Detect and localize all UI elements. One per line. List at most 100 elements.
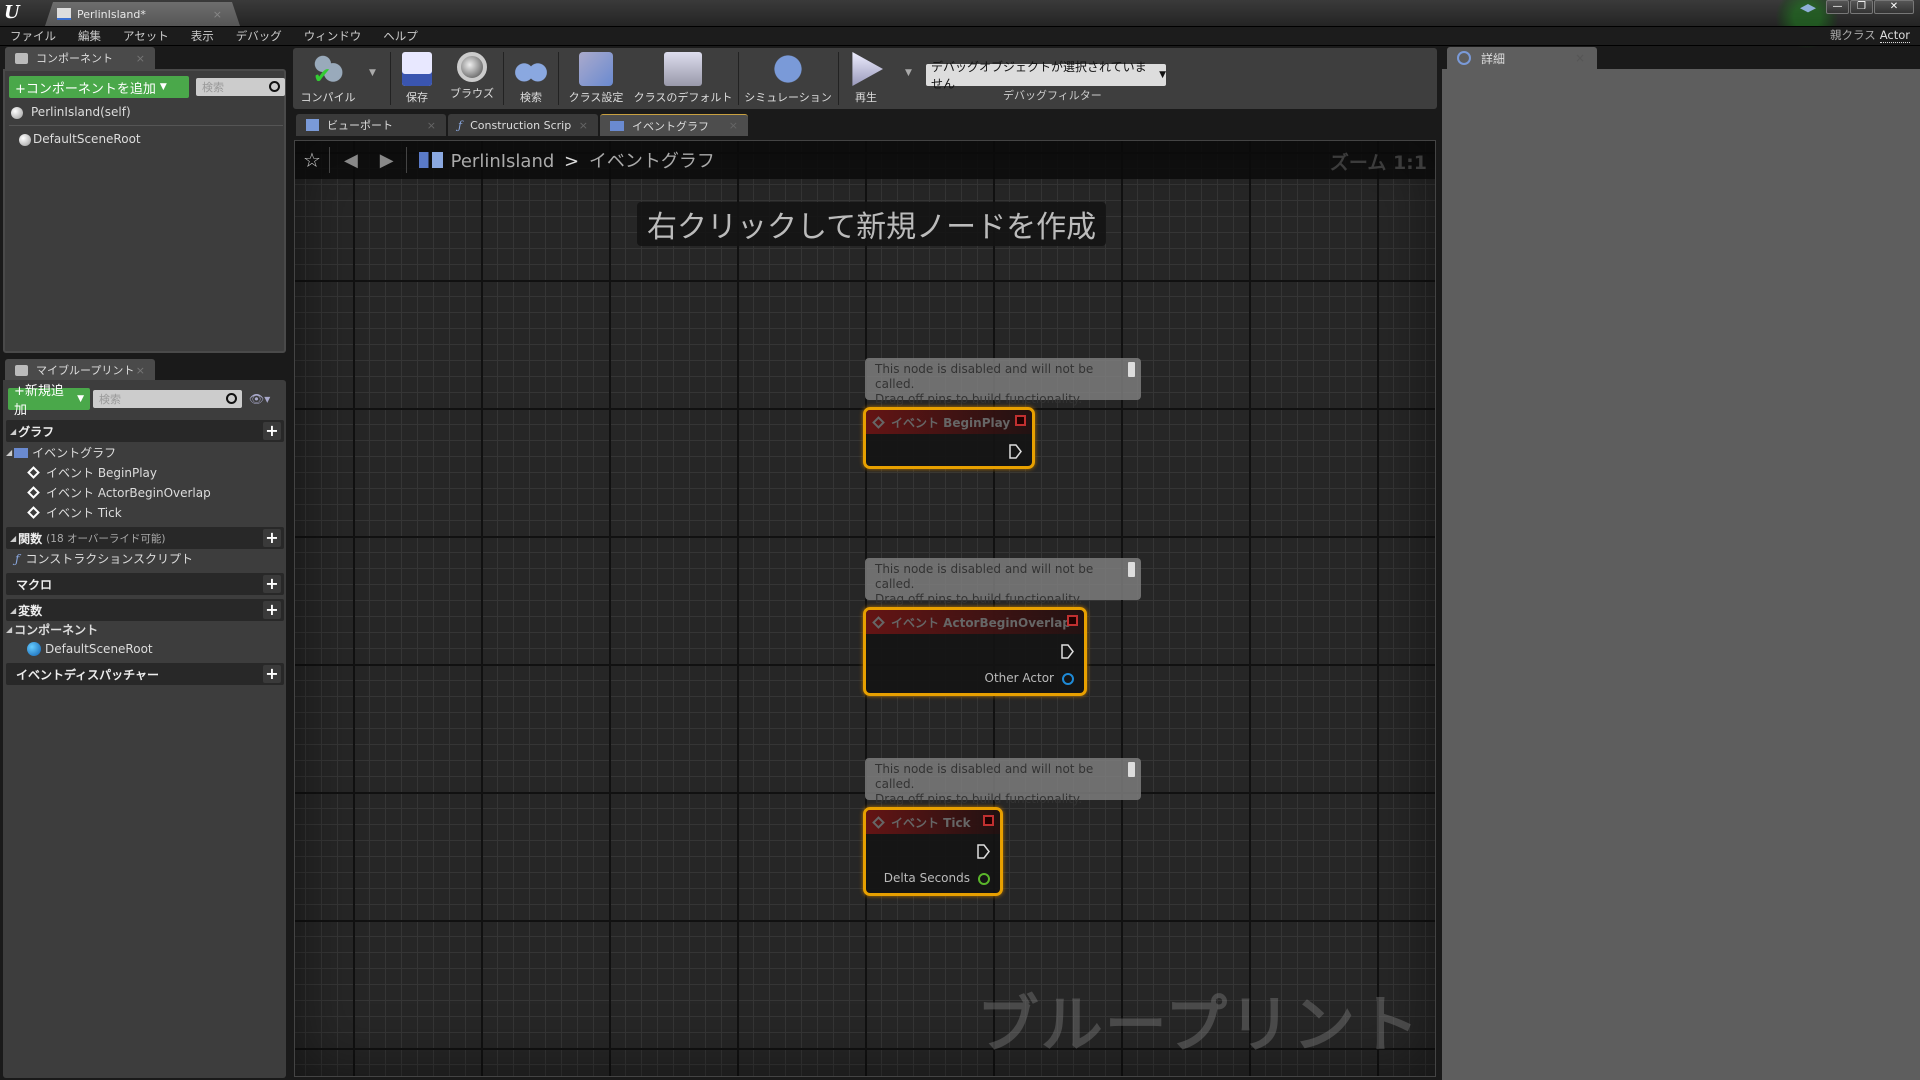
tree-item-components[interactable]: ◢ コンポーネント	[6, 621, 98, 638]
exec-out-pin-icon[interactable]	[1009, 444, 1022, 459]
parent-class: 親クラス Actor	[1830, 27, 1910, 43]
exec-out-pin-icon[interactable]	[1061, 644, 1074, 659]
close-tab-icon[interactable]: ×	[136, 52, 145, 65]
exec-out-pin-icon[interactable]	[977, 844, 990, 859]
menu-help[interactable]: ヘルプ	[383, 28, 418, 44]
components-search-input[interactable]: 検索	[196, 78, 285, 96]
details-tab[interactable]: 詳細 ×	[1447, 47, 1597, 69]
add-graph-button[interactable]: +	[263, 422, 281, 440]
tab-label: ビューポート	[327, 119, 393, 132]
graph-breadcrumb-bar: ☆ ◀ ▶ PerlinIsland > イベントグラフ ズーム 1:1	[295, 141, 1435, 179]
section-variables[interactable]: ◢ 変数 +	[6, 599, 284, 621]
section-label: マクロ	[16, 577, 53, 592]
menu-file[interactable]: ファイル	[10, 28, 56, 44]
right-click-hint: 右クリックして新規ノードを作成	[637, 202, 1107, 246]
event-node-tick[interactable]: イベント Tick Delta Seconds	[863, 807, 1003, 896]
menu-edit[interactable]: 編集	[78, 28, 101, 44]
section-label: 変数	[18, 603, 43, 618]
object-pin-icon[interactable]	[1062, 673, 1074, 685]
close-tab-icon[interactable]: ×	[1575, 51, 1585, 65]
restore-button[interactable]: ❐	[1850, 0, 1873, 14]
view-options-eye-icon[interactable]: 👁▾	[249, 392, 270, 406]
tree-item-event-beginplay[interactable]: イベント BeginPlay	[27, 464, 157, 481]
class-settings-button[interactable]: クラス設定	[561, 48, 631, 109]
minimize-button[interactable]: —	[1826, 0, 1849, 14]
class-defaults-button[interactable]: クラスのデフォルト	[633, 48, 733, 109]
compile-options-chevron-icon[interactable]: ▼	[369, 68, 376, 78]
comment-line: This node is disabled and will not be ca…	[875, 562, 1094, 591]
simulation-button[interactable]: シミュレーション	[741, 48, 835, 109]
close-tab-icon[interactable]: ×	[729, 119, 738, 132]
add-event-dispatcher-button[interactable]: +	[263, 665, 281, 683]
play-button[interactable]: 再生	[841, 48, 891, 109]
search-icon	[269, 81, 280, 92]
event-node-beginplay[interactable]: イベント BeginPlay	[863, 407, 1035, 469]
event-diamond-icon	[872, 815, 885, 829]
graph-canvas[interactable]: ☆ ◀ ▶ PerlinIsland > イベントグラフ ズーム 1:1 右クリ…	[294, 140, 1436, 1077]
node-title: イベント ActorBeginOverlap	[891, 615, 1071, 630]
event-node-actorbeginoverlap[interactable]: イベント ActorBeginOverlap Other Actor	[863, 607, 1087, 696]
pin-comment-icon[interactable]	[1128, 362, 1135, 377]
add-component-button[interactable]: +コンポーネントを追加 ▼	[9, 76, 189, 98]
components-icon	[15, 52, 28, 64]
add-new-label: +新規追加	[14, 384, 64, 418]
add-macro-button[interactable]: +	[263, 575, 281, 593]
play-options-chevron-icon[interactable]: ▼	[905, 68, 912, 78]
find-button[interactable]: 検索	[506, 48, 556, 109]
expand-triangle-icon: ◢	[10, 605, 17, 615]
components-tab[interactable]: コンポーネント ×	[5, 47, 155, 69]
add-function-button[interactable]: +	[263, 529, 281, 547]
float-pin-icon[interactable]	[978, 873, 990, 885]
toolbar: ✔ コンパイル ▼ 保存 ブラウズ 検索 クラス設定 クラスのデフォルト シミュ…	[293, 48, 1437, 109]
section-event-dispatchers[interactable]: イベントディスパッチャー +	[6, 663, 284, 685]
section-graphs[interactable]: ◢ グラフ +	[6, 420, 284, 442]
menu-window[interactable]: ウィンドウ	[304, 28, 362, 44]
delegate-pin-icon[interactable]	[1015, 415, 1026, 426]
tab-construction-script[interactable]: ƒ Construction Scrip ×	[448, 114, 598, 136]
node-title: イベント BeginPlay	[891, 415, 1011, 430]
tree-item-event-actorbeginoverlap[interactable]: イベント ActorBeginOverlap	[27, 484, 211, 501]
save-button[interactable]: 保存	[393, 48, 441, 109]
component-item-self[interactable]: PerlinIsland(self)	[11, 105, 131, 119]
tree-item-label: コンストラクションスクリプト	[25, 552, 193, 566]
search-icon	[226, 393, 237, 404]
parent-class-link[interactable]: Actor	[1879, 28, 1910, 43]
close-window-button[interactable]: ✕	[1874, 0, 1914, 14]
component-item-root[interactable]: DefaultSceneRoot	[19, 132, 141, 146]
breadcrumb-blueprint[interactable]: PerlinIsland	[451, 151, 555, 172]
menu-asset[interactable]: アセット	[123, 28, 169, 44]
event-diamond-icon	[872, 415, 885, 429]
section-functions[interactable]: ◢ 関数 (18 オーバーライド可能) +	[6, 527, 284, 549]
close-tab-icon[interactable]: ×	[213, 8, 222, 21]
forward-arrow-icon[interactable]: ▶	[380, 150, 394, 171]
comment-line: Drag off pins to build functionality.	[875, 592, 1083, 606]
pin-comment-icon[interactable]	[1128, 562, 1135, 577]
blueprint-search-input[interactable]: 検索	[93, 390, 242, 408]
close-tab-icon[interactable]: ×	[579, 119, 588, 132]
tree-item-defaultsceneroot[interactable]: DefaultSceneRoot	[27, 642, 153, 656]
delegate-pin-icon[interactable]	[1067, 615, 1078, 626]
close-tab-icon[interactable]: ×	[136, 364, 145, 377]
close-tab-icon[interactable]: ×	[427, 119, 436, 132]
add-new-button[interactable]: +新規追加 ▼	[8, 384, 90, 418]
menu-view[interactable]: 表示	[191, 28, 214, 44]
tree-item-event-tick[interactable]: イベント Tick	[27, 504, 122, 521]
add-variable-button[interactable]: +	[263, 601, 281, 619]
section-macros[interactable]: マクロ +	[6, 573, 284, 595]
favorite-star-icon[interactable]: ☆	[303, 148, 321, 172]
asset-tab[interactable]: PerlinIsland* ×	[45, 2, 240, 26]
menu-debug[interactable]: デバッグ	[236, 28, 282, 44]
my-blueprint-tab[interactable]: マイブループリント ×	[5, 359, 155, 381]
tree-item-construction-script[interactable]: ƒ コンストラクションスクリプト	[15, 550, 193, 567]
delegate-pin-icon[interactable]	[983, 815, 994, 826]
debug-object-select[interactable]: デバッグオブジェクトが選択されていません ▼	[926, 60, 1166, 91]
tab-event-graph[interactable]: イベントグラフ ×	[600, 114, 748, 136]
tree-item-event-graph[interactable]: ◢ イベントグラフ	[6, 444, 116, 461]
tab-viewport[interactable]: ビューポート ×	[296, 114, 446, 136]
event-diamond-icon	[27, 506, 40, 519]
browse-button[interactable]: ブラウズ	[443, 48, 501, 109]
pin-comment-icon[interactable]	[1128, 762, 1135, 777]
compile-button[interactable]: ✔ コンパイル	[297, 48, 359, 109]
comment-line: This node is disabled and will not be ca…	[875, 362, 1094, 391]
back-arrow-icon[interactable]: ◀	[344, 150, 358, 171]
